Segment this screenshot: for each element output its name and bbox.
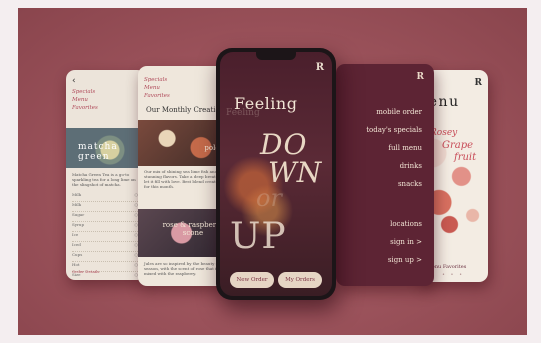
nav-menu[interactable]: Menu (144, 84, 170, 92)
feature-title-line2: Grape (442, 140, 474, 151)
menu-item-todays-specials[interactable]: today's specials (366, 126, 422, 134)
feature-title-line3: fruit (454, 152, 477, 163)
menu-item-drinks[interactable]: drinks (400, 162, 422, 170)
new-order-button[interactable]: New Order (230, 272, 274, 288)
nav-favorites[interactable]: Favorites (144, 92, 170, 100)
or-text: or (256, 184, 282, 212)
option-row[interactable]: Syrup ○ (72, 222, 138, 232)
nav-favorites[interactable]: Favorites (72, 104, 98, 112)
mockup-backdrop: ‹ Specials Menu Favorites matcha green M… (18, 8, 527, 335)
brand-logo: R (474, 78, 482, 88)
option-row[interactable]: Sugar ○ (72, 212, 138, 222)
menu-item-sign-in[interactable]: sign in > (390, 238, 422, 246)
option-row[interactable]: Milk ○ (72, 202, 138, 212)
nav-menu[interactable]: Menu (72, 96, 98, 104)
product-photo: matcha green (66, 128, 146, 168)
up-heading: UP (230, 216, 287, 257)
phone-product-detail: ‹ Specials Menu Favorites matcha green M… (66, 70, 146, 280)
product-description: Matcha Green Tea is a go-to sparkling te… (72, 172, 136, 187)
nav-specials[interactable]: Specials (72, 88, 98, 96)
menu-item-locations[interactable]: locations (390, 220, 422, 228)
option-rows: Milk ○ Milk ○ Sugar ○ Syrup ○ Ice ○ Iced ○ Cup… (72, 192, 138, 280)
nav-links: Specials Menu Favorites (72, 88, 98, 112)
order-details-link[interactable]: Order Details (72, 269, 99, 274)
option-row[interactable]: Milk ○ (72, 192, 138, 202)
brand-logo: R (315, 62, 324, 73)
option-row[interactable]: Ice ○ (72, 232, 138, 242)
product-photo-label: matcha green (78, 142, 118, 162)
menu-item-snacks[interactable]: snacks (398, 180, 422, 188)
option-row[interactable]: Cups ○ (72, 252, 138, 262)
menu-item-sign-up[interactable]: sign up > (388, 256, 422, 264)
phone-home: R Feeling Feeling DO WN or UP New Order … (216, 48, 336, 300)
phone-notch (256, 52, 296, 60)
feature-title-line1: Rosey (430, 128, 458, 138)
my-orders-button[interactable]: My Orders (278, 272, 322, 288)
brand-logo: R (416, 72, 424, 82)
back-chevron-icon[interactable]: ‹ (72, 76, 76, 86)
phone-navigation-menu: R mobile order today's specials full men… (336, 64, 434, 286)
nav-links: Specials Menu Favorites (144, 76, 170, 100)
nav-specials[interactable]: Specials (144, 76, 170, 84)
menu-item-full-menu[interactable]: full menu (388, 144, 422, 152)
menu-item-mobile-order[interactable]: mobile order (376, 108, 422, 116)
feeling-heading: Feeling (234, 94, 298, 113)
page-indicator-dots: • • • (442, 272, 465, 278)
home-screen: R Feeling Feeling DO WN or UP New Order … (220, 52, 332, 296)
option-row[interactable]: Iced ○ (72, 242, 138, 252)
